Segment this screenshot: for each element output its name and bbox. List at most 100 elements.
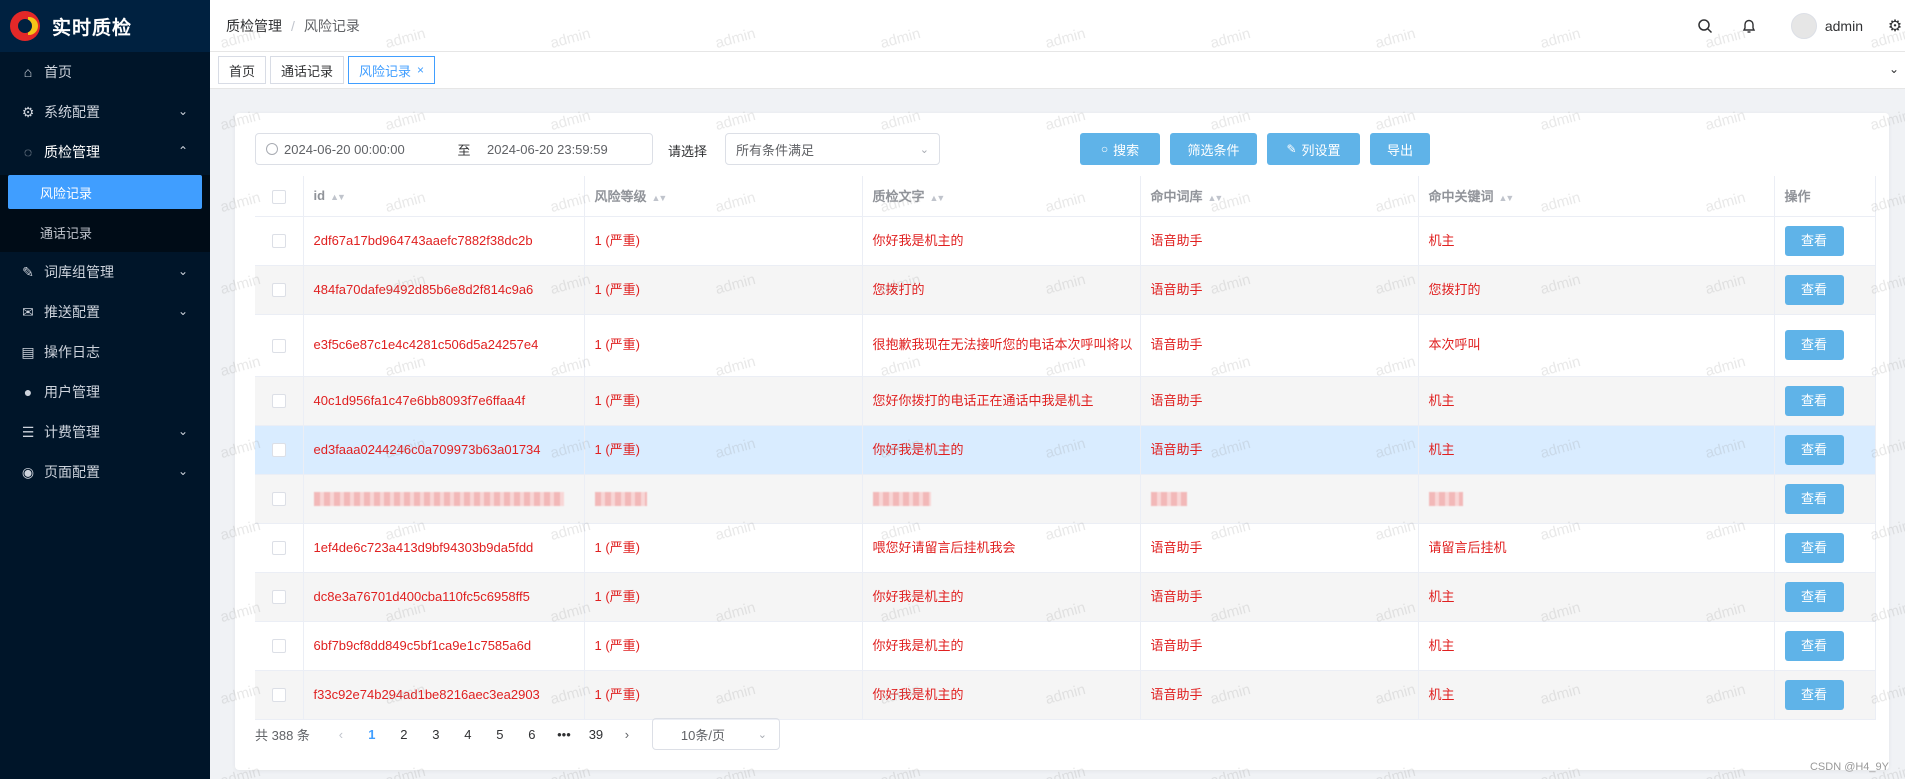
view-button[interactable]: 查看 bbox=[1784, 581, 1844, 612]
table-row[interactable]: f33c92e74b294ad1be8216aec3ea2903 1 (严重) 你好… bbox=[255, 670, 1876, 720]
row-checkbox[interactable] bbox=[271, 492, 286, 507]
condition-select[interactable]: 所有条件满足 ⌄ bbox=[725, 133, 940, 165]
page-number[interactable]: 4 bbox=[452, 727, 484, 742]
cell-id: ed3faaa0244246c0a709973b63a01734 bbox=[303, 425, 585, 475]
row-checkbox[interactable] bbox=[271, 234, 286, 249]
row-checkbox[interactable] bbox=[271, 590, 286, 605]
sidebar-item-call-records[interactable]: 通话记录 bbox=[0, 212, 210, 252]
column-header-id[interactable]: id ▲▼ bbox=[303, 176, 585, 217]
table-row[interactable]: dc8e3a76701d400cba110fc5c6958ff5 1 (严重) 你好… bbox=[255, 572, 1876, 622]
sidebar-item-risk-records[interactable]: 风险记录 bbox=[8, 175, 202, 209]
clock-icon bbox=[266, 143, 278, 155]
table-row[interactable]: 484fa70dafe9492d85b6e8d2f814c9a6 1 (严重) 您拨… bbox=[255, 265, 1876, 315]
bell-icon[interactable] bbox=[1739, 16, 1759, 36]
page-size-select[interactable]: 10条/页 ⌄ bbox=[651, 718, 780, 750]
page-number[interactable]: 39 bbox=[580, 727, 612, 742]
row-checkbox[interactable] bbox=[271, 443, 286, 458]
prev-page-icon[interactable]: ‹ bbox=[326, 727, 356, 742]
date-end-input[interactable]: 2024-06-20 23:59:59 bbox=[484, 142, 608, 157]
view-button[interactable]: 查看 bbox=[1784, 274, 1844, 305]
sidebar-item-label: 操作日志 bbox=[44, 344, 100, 360]
page-ellipsis[interactable]: ••• bbox=[548, 727, 580, 742]
page-number[interactable]: 6 bbox=[516, 727, 548, 742]
sidebar-item-billing[interactable]: ☰ 计费管理 ⌄ bbox=[0, 412, 210, 452]
sort-icon[interactable]: ▲▼ bbox=[652, 193, 668, 203]
page-number[interactable]: 3 bbox=[420, 727, 452, 742]
tab-risk-records[interactable]: 风险记录 × bbox=[348, 56, 436, 84]
column-header-risk-level[interactable]: 风险等级 ▲▼ bbox=[584, 176, 863, 217]
table-row[interactable]: 1ef4de6c723a413d9bf94303b9da5fdd 1 (严重) 喂您… bbox=[255, 523, 1876, 573]
cell-qc-text-text: 您好你拨打的电话正在通话中我是机主 bbox=[872, 392, 1094, 408]
column-header-hit-lexicon[interactable]: 命中词库 ▲▼ bbox=[1140, 176, 1419, 217]
risk-records-table: id ▲▼ 风险等级 ▲▼ 质检文字 ▲▼ 命中词库 ▲▼ 命中关键词 ▲▼ 操作 2df… bbox=[255, 176, 1876, 720]
tab-call-records[interactable]: 通话记录 bbox=[270, 56, 345, 84]
sidebar-item-home[interactable]: ⌂ 首页 bbox=[0, 52, 210, 92]
cell-qc-text-text: 你好我是机主的 bbox=[872, 686, 964, 702]
search-button[interactable]: ○ 搜索 bbox=[1080, 133, 1160, 165]
chevron-down-icon: ⌄ bbox=[177, 304, 188, 318]
sidebar-item-operation-log[interactable]: ▤ 操作日志 bbox=[0, 332, 210, 372]
table-row[interactable]: 40c1d956fa1c47e6bb8093f7e6ffaa4f 1 (严重) 您好… bbox=[255, 376, 1876, 426]
breadcrumb-item[interactable]: 质检管理 bbox=[226, 16, 282, 36]
main-card: 2024-06-20 00:00:00 至 2024-06-20 23:59:5… bbox=[235, 113, 1889, 770]
tab-home[interactable]: 首页 bbox=[218, 56, 267, 84]
cell-id: dc8e3a76701d400cba110fc5c6958ff5 bbox=[303, 572, 585, 622]
page-number[interactable]: 5 bbox=[484, 727, 516, 742]
cell-hit-keyword-text: 机主 bbox=[1428, 392, 1455, 408]
sidebar-item-lexicon-groups[interactable]: ✎ 词库组管理 ⌄ bbox=[0, 252, 210, 292]
view-button[interactable]: 查看 bbox=[1784, 630, 1844, 661]
date-start-input[interactable]: 2024-06-20 00:00:00 bbox=[284, 142, 444, 157]
sort-icon[interactable]: ▲▼ bbox=[1499, 193, 1515, 203]
sidebar-item-push-config[interactable]: ✉ 推送配置 ⌄ bbox=[0, 292, 210, 332]
view-button[interactable]: 查看 bbox=[1784, 225, 1844, 256]
export-button[interactable]: 导出 bbox=[1370, 133, 1430, 165]
row-checkbox[interactable] bbox=[271, 688, 286, 703]
row-checkbox[interactable] bbox=[271, 283, 286, 298]
sidebar-item-user-management[interactable]: ● 用户管理 bbox=[0, 372, 210, 412]
table-row[interactable]: 2df67a17bd964743aaefc7882f38dc2b 1 (严重) 你好… bbox=[255, 216, 1876, 266]
cell-qc-text-text: 你好我是机主的 bbox=[872, 637, 964, 653]
page-number[interactable]: 2 bbox=[388, 727, 420, 742]
view-button[interactable]: 查看 bbox=[1784, 532, 1844, 563]
avatar[interactable] bbox=[1790, 13, 1817, 39]
date-range-picker[interactable]: 2024-06-20 00:00:00 至 2024-06-20 23:59:5… bbox=[255, 133, 653, 165]
next-page-icon[interactable]: › bbox=[612, 727, 642, 742]
view-button[interactable]: 查看 bbox=[1784, 385, 1844, 416]
gear-icon[interactable]: ⚙ bbox=[1885, 16, 1905, 36]
search-icon[interactable] bbox=[1695, 16, 1715, 36]
sidebar-item-system-config[interactable]: ⚙ 系统配置 ⌄ bbox=[0, 92, 210, 132]
table-row[interactable]: 查看 bbox=[255, 474, 1876, 524]
username[interactable]: admin bbox=[1825, 18, 1863, 34]
row-checkbox[interactable] bbox=[271, 338, 286, 353]
table-row[interactable]: e3f5c6e87c1e4c4281c506d5a24257e4 1 (严重) 很抱… bbox=[255, 314, 1876, 377]
view-button[interactable]: 查看 bbox=[1784, 434, 1844, 465]
column-header-hit-keyword[interactable]: 命中关键词 ▲▼ bbox=[1418, 176, 1775, 217]
chevron-down-icon[interactable]: ⌄ bbox=[1889, 62, 1899, 76]
row-checkbox[interactable] bbox=[271, 639, 286, 654]
select-all-checkbox[interactable] bbox=[271, 189, 286, 204]
sort-icon[interactable]: ▲▼ bbox=[1208, 193, 1224, 203]
filter-conditions-button[interactable]: 筛选条件 bbox=[1170, 133, 1257, 165]
row-checkbox[interactable] bbox=[271, 541, 286, 556]
cell-hit-keyword: 机主 bbox=[1418, 376, 1775, 426]
view-button[interactable]: 查看 bbox=[1784, 330, 1844, 360]
page-number[interactable]: 1 bbox=[356, 727, 388, 742]
column-header-label: 命中关键词 bbox=[1428, 189, 1494, 205]
view-button[interactable]: 查看 bbox=[1784, 679, 1844, 710]
table-row[interactable]: ed3faaa0244246c0a709973b63a01734 1 (严重) 你好… bbox=[255, 425, 1876, 475]
cell-hit-keyword-text: 机主 bbox=[1428, 637, 1455, 653]
column-settings-button[interactable]: ✎ 列设置 bbox=[1267, 133, 1360, 165]
cell-id bbox=[303, 474, 585, 524]
view-button[interactable]: 查看 bbox=[1784, 483, 1844, 514]
close-icon[interactable]: × bbox=[417, 63, 424, 77]
row-checkbox[interactable] bbox=[271, 394, 286, 409]
column-header-qc-text[interactable]: 质检文字 ▲▼ bbox=[862, 176, 1141, 217]
app-logo[interactable]: 实时质检 bbox=[0, 0, 210, 52]
cell-qc-text bbox=[862, 474, 1141, 524]
sidebar-item-page-config[interactable]: ◉ 页面配置 ⌄ bbox=[0, 452, 210, 492]
sort-icon[interactable]: ▲▼ bbox=[330, 192, 346, 202]
sidebar-item-qc-management[interactable]: ◌ 质检管理 ⌃ bbox=[0, 132, 210, 172]
cell-risk-level: 1 (严重) bbox=[584, 425, 863, 475]
table-row[interactable]: 6bf7b9cf8dd849c5bf1ca9e1c7585a6d 1 (严重) 你好… bbox=[255, 621, 1876, 671]
sort-icon[interactable]: ▲▼ bbox=[930, 193, 946, 203]
